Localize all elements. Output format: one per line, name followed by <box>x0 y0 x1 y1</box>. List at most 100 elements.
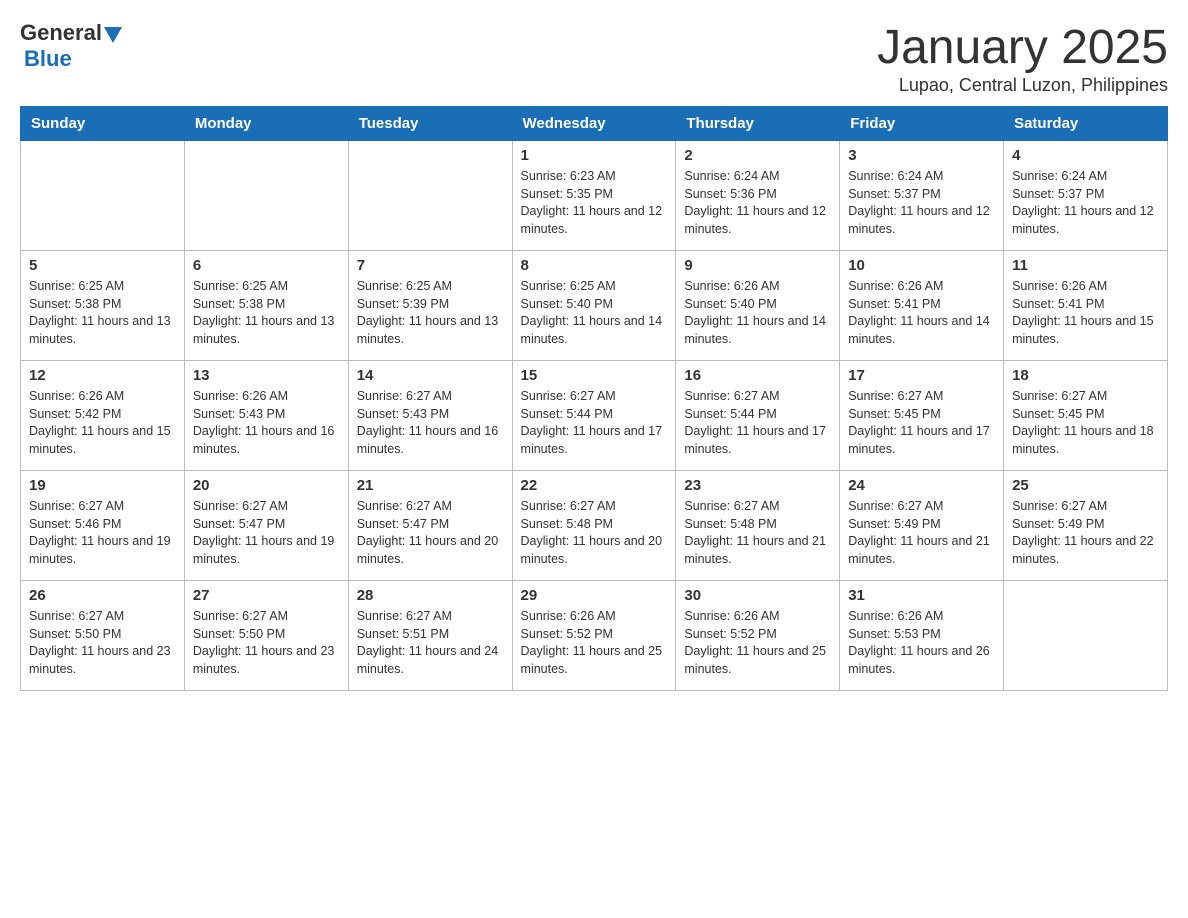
day-info: Sunrise: 6:26 AM Sunset: 5:43 PM Dayligh… <box>193 388 340 458</box>
day-info: Sunrise: 6:25 AM Sunset: 5:40 PM Dayligh… <box>521 278 668 348</box>
calendar-day-cell: 30 Sunrise: 6:26 AM Sunset: 5:52 PM Dayli… <box>676 581 840 691</box>
day-info: Sunrise: 6:27 AM Sunset: 5:47 PM Dayligh… <box>357 498 504 568</box>
calendar-day-cell: 5 Sunrise: 6:25 AM Sunset: 5:38 PM Daylig… <box>21 251 185 361</box>
day-number: 6 <box>193 257 340 274</box>
calendar-day-cell: 27Sunrise: 6:27 AM Sunset: 5:50 PM Dayli… <box>184 581 348 691</box>
calendar-day-cell: 31 Sunrise: 6:26 AM Sunset: 5:53 PM Dayli… <box>840 581 1004 691</box>
column-header-sunday: Sunday <box>21 107 185 141</box>
calendar-day-cell: 15 Sunrise: 6:27 AM Sunset: 5:44 PM Dayli… <box>512 361 676 471</box>
calendar-day-cell <box>1004 581 1168 691</box>
day-info: Sunrise: 6:27 AM Sunset: 5:50 PM Dayligh… <box>193 608 340 678</box>
calendar-day-cell: 4 Sunrise: 6:24 AM Sunset: 5:37 PM Daylig… <box>1004 141 1168 251</box>
logo-general-text: General <box>20 20 102 46</box>
day-number: 28 <box>357 587 504 604</box>
day-info: Sunrise: 6:26 AM Sunset: 5:41 PM Dayligh… <box>848 278 995 348</box>
day-info: Sunrise: 6:27 AM Sunset: 5:44 PM Dayligh… <box>521 388 668 458</box>
day-number: 8 <box>521 257 668 274</box>
calendar-day-cell: 9Sunrise: 6:26 AM Sunset: 5:40 PM Daylig… <box>676 251 840 361</box>
day-number: 25 <box>1012 477 1159 494</box>
calendar-day-cell: 10 Sunrise: 6:26 AM Sunset: 5:41 PM Dayli… <box>840 251 1004 361</box>
day-number: 15 <box>521 367 668 384</box>
calendar-day-cell: 13Sunrise: 6:26 AM Sunset: 5:43 PM Dayli… <box>184 361 348 471</box>
day-number: 30 <box>684 587 831 604</box>
day-number: 11 <box>1012 257 1159 274</box>
column-header-wednesday: Wednesday <box>512 107 676 141</box>
calendar-day-cell: 2 Sunrise: 6:24 AM Sunset: 5:36 PM Daylig… <box>676 141 840 251</box>
calendar-day-cell <box>21 141 185 251</box>
calendar-day-cell: 8 Sunrise: 6:25 AM Sunset: 5:40 PM Daylig… <box>512 251 676 361</box>
day-info: Sunrise: 6:27 AM Sunset: 5:43 PM Dayligh… <box>357 388 504 458</box>
day-info: Sunrise: 6:27 AM Sunset: 5:50 PM Dayligh… <box>29 608 176 678</box>
day-number: 20 <box>193 477 340 494</box>
day-number: 17 <box>848 367 995 384</box>
month-title: January 2025 <box>877 20 1168 75</box>
day-number: 31 <box>848 587 995 604</box>
day-info: Sunrise: 6:27 AM Sunset: 5:48 PM Dayligh… <box>521 498 668 568</box>
calendar-day-cell: 11Sunrise: 6:26 AM Sunset: 5:41 PM Dayli… <box>1004 251 1168 361</box>
day-number: 18 <box>1012 367 1159 384</box>
calendar-week-row: 5 Sunrise: 6:25 AM Sunset: 5:38 PM Daylig… <box>21 251 1168 361</box>
calendar-day-cell: 7 Sunrise: 6:25 AM Sunset: 5:39 PM Daylig… <box>348 251 512 361</box>
day-info: Sunrise: 6:26 AM Sunset: 5:52 PM Dayligh… <box>684 608 831 678</box>
day-number: 26 <box>29 587 176 604</box>
day-info: Sunrise: 6:24 AM Sunset: 5:36 PM Dayligh… <box>684 168 831 238</box>
day-info: Sunrise: 6:25 AM Sunset: 5:39 PM Dayligh… <box>357 278 504 348</box>
day-number: 5 <box>29 257 176 274</box>
title-section: January 2025 Lupao, Central Luzon, Phili… <box>877 20 1168 96</box>
calendar-day-cell: 12 Sunrise: 6:26 AM Sunset: 5:42 PM Dayli… <box>21 361 185 471</box>
calendar-day-cell <box>348 141 512 251</box>
day-info: Sunrise: 6:26 AM Sunset: 5:42 PM Dayligh… <box>29 388 176 458</box>
day-number: 24 <box>848 477 995 494</box>
day-info: Sunrise: 6:27 AM Sunset: 5:46 PM Dayligh… <box>29 498 176 568</box>
day-info: Sunrise: 6:27 AM Sunset: 5:45 PM Dayligh… <box>1012 388 1159 458</box>
day-number: 12 <box>29 367 176 384</box>
location: Lupao, Central Luzon, Philippines <box>877 75 1168 96</box>
column-header-thursday: Thursday <box>676 107 840 141</box>
calendar-day-cell: 28 Sunrise: 6:27 AM Sunset: 5:51 PM Dayli… <box>348 581 512 691</box>
day-number: 9 <box>684 257 831 274</box>
logo: General Blue <box>20 20 122 72</box>
calendar-day-cell: 6 Sunrise: 6:25 AM Sunset: 5:38 PM Daylig… <box>184 251 348 361</box>
day-info: Sunrise: 6:27 AM Sunset: 5:47 PM Dayligh… <box>193 498 340 568</box>
calendar-day-cell: 19 Sunrise: 6:27 AM Sunset: 5:46 PM Dayli… <box>21 471 185 581</box>
calendar-day-cell: 25 Sunrise: 6:27 AM Sunset: 5:49 PM Dayli… <box>1004 471 1168 581</box>
day-number: 22 <box>521 477 668 494</box>
day-number: 29 <box>521 587 668 604</box>
day-number: 14 <box>357 367 504 384</box>
day-info: Sunrise: 6:24 AM Sunset: 5:37 PM Dayligh… <box>1012 168 1159 238</box>
day-info: Sunrise: 6:26 AM Sunset: 5:53 PM Dayligh… <box>848 608 995 678</box>
day-number: 7 <box>357 257 504 274</box>
day-info: Sunrise: 6:27 AM Sunset: 5:51 PM Dayligh… <box>357 608 504 678</box>
day-info: Sunrise: 6:27 AM Sunset: 5:48 PM Dayligh… <box>684 498 831 568</box>
calendar-day-cell: 3Sunrise: 6:24 AM Sunset: 5:37 PM Daylig… <box>840 141 1004 251</box>
logo-blue-text: Blue <box>24 46 72 71</box>
day-number: 10 <box>848 257 995 274</box>
day-number: 16 <box>684 367 831 384</box>
calendar-day-cell: 24 Sunrise: 6:27 AM Sunset: 5:49 PM Dayli… <box>840 471 1004 581</box>
day-info: Sunrise: 6:26 AM Sunset: 5:52 PM Dayligh… <box>521 608 668 678</box>
day-info: Sunrise: 6:25 AM Sunset: 5:38 PM Dayligh… <box>193 278 340 348</box>
day-info: Sunrise: 6:27 AM Sunset: 5:49 PM Dayligh… <box>848 498 995 568</box>
day-info: Sunrise: 6:25 AM Sunset: 5:38 PM Dayligh… <box>29 278 176 348</box>
calendar-day-cell: 26 Sunrise: 6:27 AM Sunset: 5:50 PM Dayli… <box>21 581 185 691</box>
day-info: Sunrise: 6:27 AM Sunset: 5:49 PM Dayligh… <box>1012 498 1159 568</box>
calendar-day-cell: 1 Sunrise: 6:23 AM Sunset: 5:35 PM Daylig… <box>512 141 676 251</box>
calendar-week-row: 12 Sunrise: 6:26 AM Sunset: 5:42 PM Dayli… <box>21 361 1168 471</box>
calendar-header-row: SundayMondayTuesdayWednesdayThursdayFrid… <box>21 107 1168 141</box>
calendar-week-row: 26 Sunrise: 6:27 AM Sunset: 5:50 PM Dayli… <box>21 581 1168 691</box>
day-info: Sunrise: 6:23 AM Sunset: 5:35 PM Dayligh… <box>521 168 668 238</box>
calendar-week-row: 19 Sunrise: 6:27 AM Sunset: 5:46 PM Dayli… <box>21 471 1168 581</box>
day-info: Sunrise: 6:27 AM Sunset: 5:44 PM Dayligh… <box>684 388 831 458</box>
page-header: General Blue January 2025 Lupao, Central… <box>20 20 1168 96</box>
day-number: 2 <box>684 147 831 164</box>
day-number: 4 <box>1012 147 1159 164</box>
logo-triangle-icon <box>104 27 122 43</box>
calendar-day-cell: 21Sunrise: 6:27 AM Sunset: 5:47 PM Dayli… <box>348 471 512 581</box>
calendar-day-cell: 20 Sunrise: 6:27 AM Sunset: 5:47 PM Dayli… <box>184 471 348 581</box>
day-number: 1 <box>521 147 668 164</box>
day-number: 19 <box>29 477 176 494</box>
day-number: 23 <box>684 477 831 494</box>
column-header-friday: Friday <box>840 107 1004 141</box>
column-header-saturday: Saturday <box>1004 107 1168 141</box>
day-number: 3 <box>848 147 995 164</box>
